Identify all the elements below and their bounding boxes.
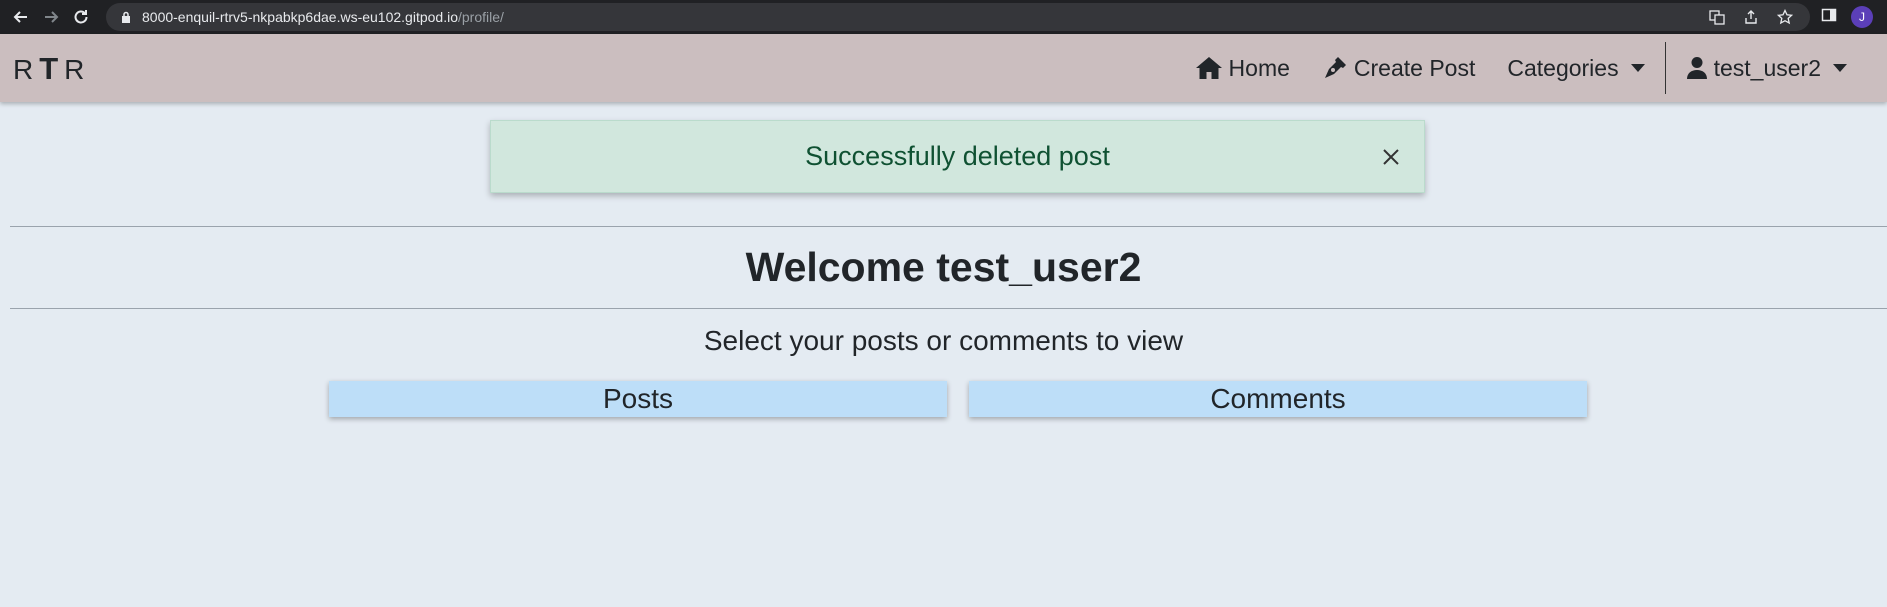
house-icon: [1195, 57, 1222, 79]
bookmark-star-icon[interactable]: [1776, 8, 1794, 26]
reload-icon: [74, 10, 88, 24]
divider-bottom: [10, 308, 1887, 309]
forward-button[interactable]: [38, 4, 64, 30]
nav-home[interactable]: Home: [1179, 34, 1306, 102]
share-icon[interactable]: [1742, 8, 1760, 26]
nav-categories-dropdown[interactable]: Categories: [1491, 34, 1660, 102]
address-bar[interactable]: 8000-enquil-rtrv5-nkpabkp6dae.ws-eu102.g…: [106, 3, 1810, 31]
reload-button[interactable]: [68, 4, 94, 30]
profile-avatar[interactable]: J: [1851, 6, 1873, 28]
close-icon[interactable]: [1380, 146, 1402, 168]
brand-letter-r1: R: [13, 54, 40, 85]
nav-create-post[interactable]: Create Post: [1306, 34, 1491, 102]
translate-icon[interactable]: [1708, 8, 1726, 26]
nav-user-label: test_user2: [1713, 54, 1821, 81]
caret-down-icon: [1833, 64, 1847, 72]
nav-categories-label: Categories: [1507, 54, 1619, 81]
divider-top: [10, 226, 1887, 227]
nav-divider: [1664, 42, 1666, 94]
lock-icon: [122, 11, 130, 23]
user-icon: [1686, 57, 1707, 79]
brand-letter-r2: R: [64, 54, 91, 85]
pen-nib-icon: [1324, 57, 1346, 78]
comments-button[interactable]: Comments: [969, 381, 1587, 417]
nav-user-dropdown[interactable]: test_user2: [1670, 34, 1863, 102]
page-subtitle: Select your posts or comments to view: [703, 325, 1184, 356]
nav-home-label: Home: [1228, 54, 1290, 81]
brand-letter-t: T: [39, 51, 65, 86]
brand-logo[interactable]: RTR: [13, 51, 90, 87]
url-text: 8000-enquil-rtrv5-nkpabkp6dae.ws-eu102.g…: [142, 9, 504, 25]
page-title: Welcome test_user2: [745, 244, 1142, 290]
success-alert: Successfully deleted post: [490, 120, 1425, 193]
arrow-right-icon: [45, 11, 59, 23]
nav-create-post-label: Create Post: [1353, 54, 1476, 81]
url-path: /profile/: [457, 9, 504, 25]
back-button[interactable]: [8, 4, 34, 30]
caret-down-icon: [1630, 64, 1645, 72]
side-panel-icon[interactable]: [1821, 7, 1837, 28]
site-navbar: RTR Home Create Post Categories test_use…: [0, 34, 1887, 102]
arrow-left-icon: [13, 11, 27, 23]
alert-message: Successfully deleted post: [805, 141, 1110, 171]
browser-toolbar: 8000-enquil-rtrv5-nkpabkp6dae.ws-eu102.g…: [0, 0, 1887, 34]
url-host: 8000-enquil-rtrv5-nkpabkp6dae.ws-eu102.g…: [142, 9, 458, 25]
posts-button[interactable]: Posts: [329, 381, 947, 417]
